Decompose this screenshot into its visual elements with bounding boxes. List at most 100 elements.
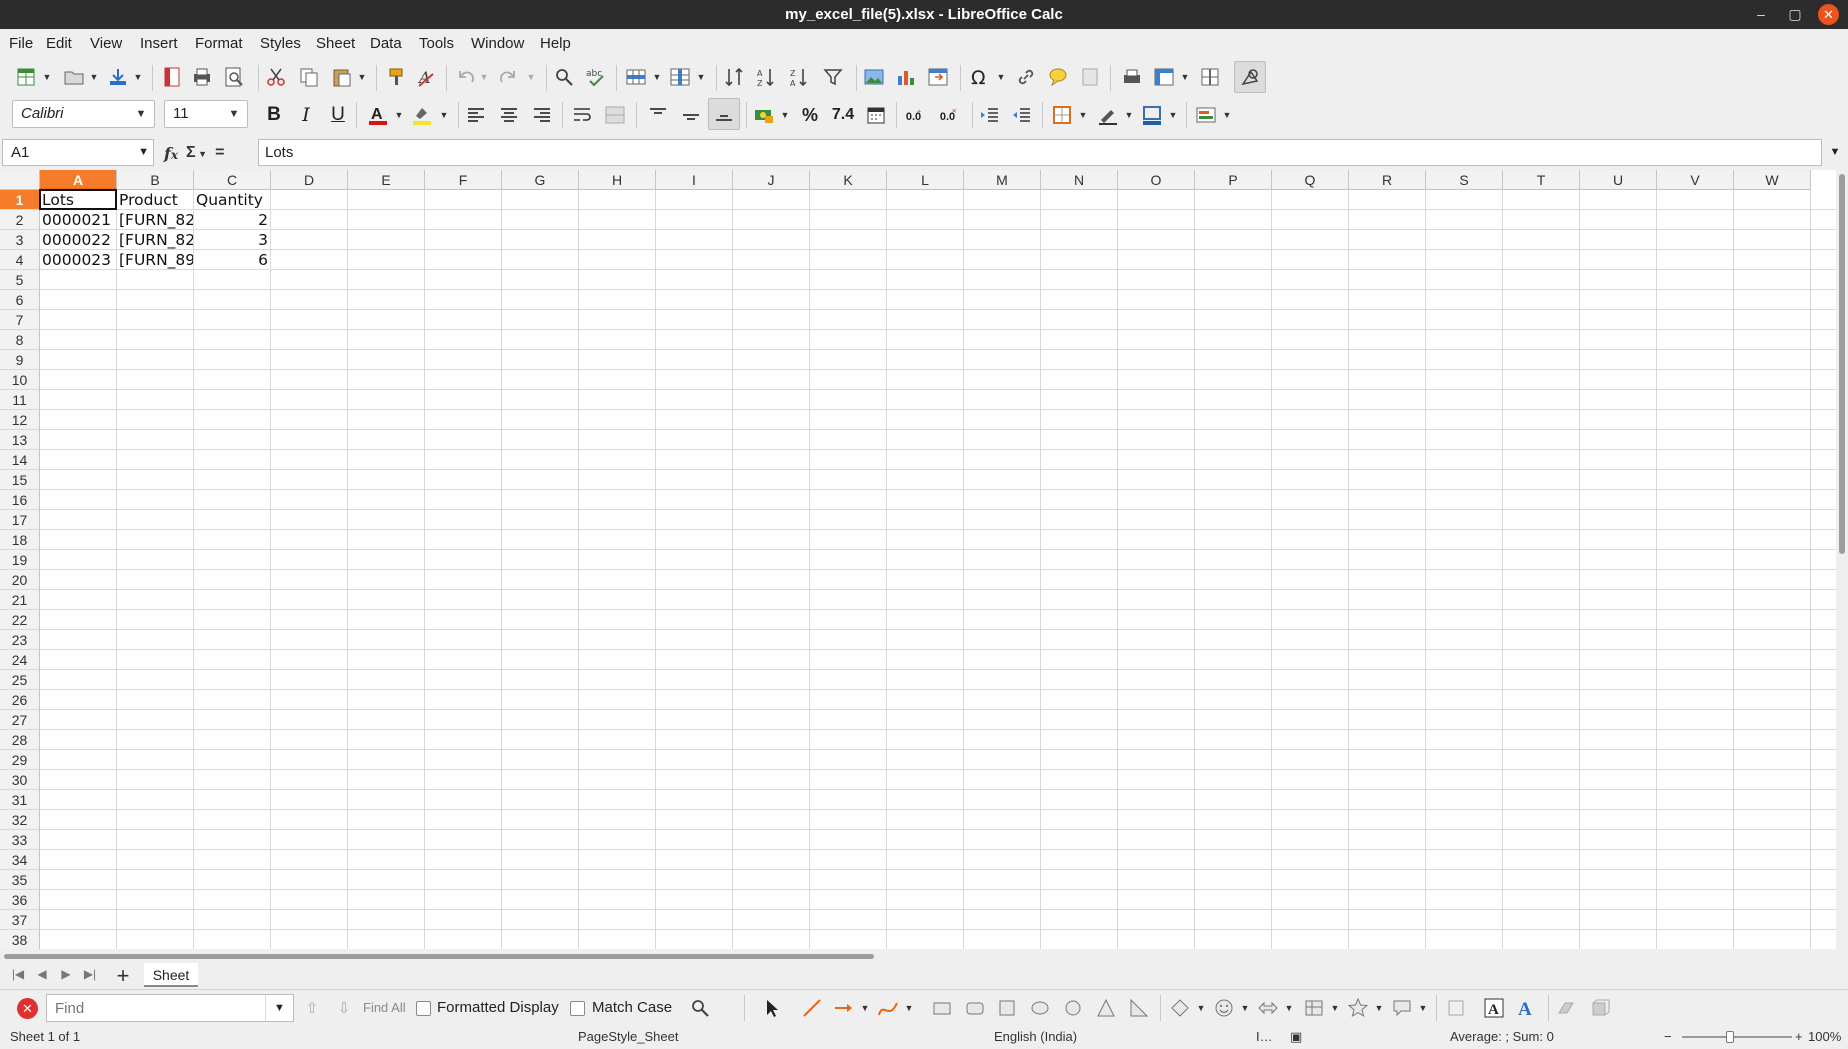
paste-icon[interactable]: [330, 65, 354, 89]
open-folder-icon[interactable]: [62, 65, 86, 89]
merge-center-icon[interactable]: [603, 103, 627, 127]
menu-view[interactable]: View: [90, 29, 122, 59]
conditional-dropdown-icon[interactable]: ▼: [1222, 103, 1232, 127]
decrease-indent-icon[interactable]: [1010, 103, 1034, 127]
column-header-e[interactable]: E: [348, 170, 425, 190]
menu-sheet[interactable]: Sheet: [316, 29, 355, 59]
find-replace-icon[interactable]: [688, 996, 712, 1020]
row-header-2[interactable]: 2: [0, 210, 40, 230]
row-header-33[interactable]: 33: [0, 830, 40, 850]
add-decimal-icon[interactable]: 0.0 +: [902, 103, 930, 127]
row-header-7[interactable]: 7: [0, 310, 40, 330]
product-cell[interactable]: [FURN_89: [117, 250, 193, 270]
insert-columns-icon[interactable]: [668, 65, 692, 89]
flowchart-dropdown-icon[interactable]: ▼: [1330, 996, 1340, 1020]
spelling-icon[interactable]: abc: [584, 65, 608, 89]
freeze-dropdown-icon[interactable]: ▼: [1180, 65, 1190, 89]
conditional-format-icon[interactable]: [1194, 103, 1218, 127]
border-color-dropdown-icon[interactable]: ▼: [1168, 103, 1178, 127]
close-icon[interactable]: ✕: [1818, 4, 1839, 25]
row-header-27[interactable]: 27: [0, 710, 40, 730]
row-header-26[interactable]: 26: [0, 690, 40, 710]
last-sheet-icon[interactable]: ▶|: [80, 967, 100, 985]
column-header-w[interactable]: W: [1734, 170, 1811, 190]
row-header-13[interactable]: 13: [0, 430, 40, 450]
find-next-icon[interactable]: ⇩: [332, 996, 356, 1020]
highlighting-dropdown-icon[interactable]: ▼: [439, 103, 449, 127]
insert-text-box-icon[interactable]: A: [1482, 996, 1506, 1020]
product-cell[interactable]: [FURN_82: [117, 210, 193, 230]
row-header-38[interactable]: 38: [0, 930, 40, 949]
border-style-icon[interactable]: [1096, 103, 1120, 127]
block-arrows-icon[interactable]: [1256, 996, 1280, 1020]
first-sheet-icon[interactable]: |◀: [8, 967, 28, 985]
restore-icon[interactable]: ▢: [1782, 0, 1808, 29]
column-header-s[interactable]: S: [1426, 170, 1503, 190]
insert-image-icon[interactable]: [862, 65, 886, 89]
italic-button[interactable]: I: [294, 103, 318, 127]
add-sheet-icon[interactable]: +: [112, 963, 134, 989]
select-all-corner[interactable]: [0, 170, 40, 190]
align-bottom-icon[interactable]: [708, 98, 740, 130]
quantity-cell[interactable]: 3: [194, 230, 270, 250]
column-header-t[interactable]: T: [1503, 170, 1580, 190]
language-indicator[interactable]: English (India): [994, 1025, 1077, 1049]
column-header-m[interactable]: M: [964, 170, 1041, 190]
align-right-icon[interactable]: [530, 103, 554, 127]
column-header-n[interactable]: N: [1041, 170, 1118, 190]
stars-dropdown-icon[interactable]: ▼: [1374, 996, 1384, 1020]
right-triangle-icon[interactable]: [1127, 996, 1151, 1020]
row-header-21[interactable]: 21: [0, 590, 40, 610]
row-header-30[interactable]: 30: [0, 770, 40, 790]
row-header-12[interactable]: 12: [0, 410, 40, 430]
increase-indent-icon[interactable]: [978, 103, 1002, 127]
delete-decimal-icon[interactable]: 0.0 ×: [936, 103, 964, 127]
paste-dropdown-icon[interactable]: ▼: [357, 65, 367, 89]
circle-icon[interactable]: [1061, 996, 1085, 1020]
basic-shapes-dropdown-icon[interactable]: ▼: [1196, 996, 1206, 1020]
column-header-c[interactable]: C: [194, 170, 271, 190]
row-header-25[interactable]: 25: [0, 670, 40, 690]
3d-object-icon[interactable]: [1588, 996, 1612, 1020]
rectangle-icon[interactable]: [930, 996, 954, 1020]
column-header-b[interactable]: B: [117, 170, 194, 190]
undo-dropdown-icon[interactable]: ▼: [479, 65, 489, 89]
columns-dropdown-icon[interactable]: ▼: [696, 65, 706, 89]
product-cell[interactable]: [FURN_82: [117, 230, 193, 250]
symbol-shapes-dropdown-icon[interactable]: ▼: [1240, 996, 1250, 1020]
points-icon[interactable]: [1444, 996, 1468, 1020]
currency-dropdown-icon[interactable]: ▼: [780, 103, 790, 127]
header-cell[interactable]: Quantity: [194, 190, 270, 210]
rounded-rectangle-icon[interactable]: [963, 996, 987, 1020]
basic-shapes-icon[interactable]: [1168, 996, 1192, 1020]
redo-dropdown-icon[interactable]: ▼: [526, 65, 536, 89]
print-icon[interactable]: [190, 65, 214, 89]
chevron-down-icon[interactable]: ▼: [265, 995, 293, 1021]
pivot-table-icon[interactable]: [926, 65, 950, 89]
show-draw-functions-icon[interactable]: [1234, 61, 1266, 93]
triangle-icon[interactable]: [1094, 996, 1118, 1020]
column-header-q[interactable]: Q: [1272, 170, 1349, 190]
previous-sheet-icon[interactable]: ◀: [32, 967, 52, 985]
row-header-15[interactable]: 15: [0, 470, 40, 490]
menu-data[interactable]: Data: [370, 29, 402, 59]
find-all-button[interactable]: Find All: [363, 990, 406, 1026]
new-document-icon[interactable]: [14, 65, 38, 89]
zoom-slider-knob[interactable]: [1726, 1031, 1734, 1043]
row-header-31[interactable]: 31: [0, 790, 40, 810]
zoom-level[interactable]: 100%: [1808, 1025, 1841, 1049]
column-header-j[interactable]: J: [733, 170, 810, 190]
name-box[interactable]: A1 ▼: [2, 139, 154, 166]
borders-icon[interactable]: [1050, 103, 1074, 127]
expand-formula-icon[interactable]: ▼: [1824, 139, 1846, 166]
freeze-rows-columns-icon[interactable]: [1152, 65, 1176, 89]
chevron-down-icon[interactable]: ▼: [221, 101, 247, 127]
column-header-h[interactable]: H: [579, 170, 656, 190]
date-format-icon[interactable]: [864, 103, 888, 127]
row-header-34[interactable]: 34: [0, 850, 40, 870]
row-header-16[interactable]: 16: [0, 490, 40, 510]
row-header-6[interactable]: 6: [0, 290, 40, 310]
flowchart-icon[interactable]: [1302, 996, 1326, 1020]
sort-icon[interactable]: [722, 65, 746, 89]
export-pdf-icon[interactable]: [160, 65, 184, 89]
